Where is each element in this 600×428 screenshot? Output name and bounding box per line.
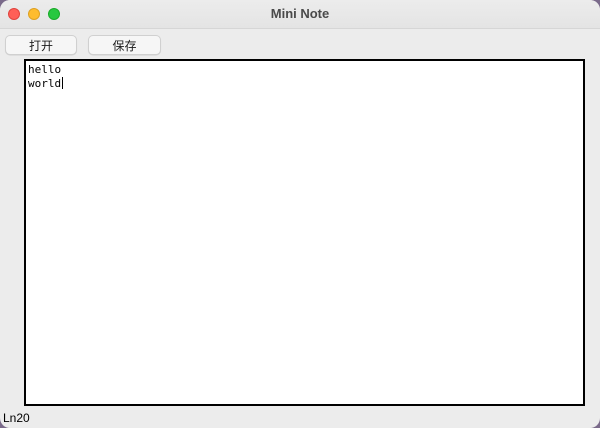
editor-line: world [28, 77, 62, 90]
app-window: Mini Note 打开 保存 hello world Ln20 [0, 0, 600, 428]
text-editor[interactable]: hello world [24, 59, 585, 406]
window-title: Mini Note [270, 6, 330, 21]
open-button[interactable]: 打开 [5, 35, 77, 55]
title-bar[interactable]: Mini Note [0, 0, 600, 29]
editor-line: hello [28, 63, 62, 76]
status-line-count: Ln20 [3, 411, 30, 425]
text-cursor [62, 77, 64, 89]
save-button[interactable]: 保存 [88, 35, 161, 55]
editor-content[interactable]: hello world [28, 63, 64, 91]
